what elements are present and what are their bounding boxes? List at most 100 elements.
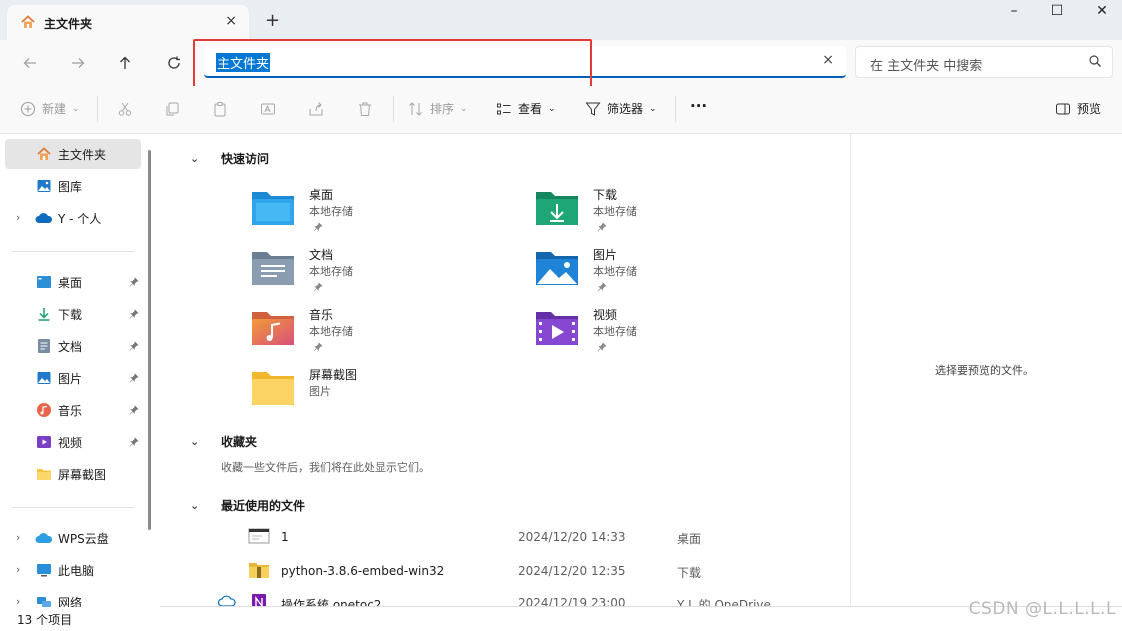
new-tab-button[interactable]: +	[265, 10, 280, 31]
sidebar-item-screenshots[interactable]: 屏幕截图	[5, 459, 141, 489]
search-placeholder[interactable]: 在 主文件夹 中搜索	[870, 55, 982, 74]
toolbar-divider	[97, 96, 98, 122]
onenote-file-icon	[248, 593, 270, 607]
more-options-button[interactable]: ···	[690, 97, 707, 115]
recent-header[interactable]: ⌄ 最近使用的文件	[190, 497, 305, 514]
sidebar-item-videos[interactable]: 视频	[5, 427, 141, 457]
refresh-icon	[168, 56, 180, 69]
gallery-icon	[35, 177, 53, 195]
chevron-right-icon[interactable]: ›	[16, 563, 20, 576]
section-title: 最近使用的文件	[221, 499, 306, 513]
cloud-icon	[35, 529, 53, 547]
recent-file-name: 1	[281, 530, 289, 544]
sidebar-item-label: 图片	[58, 371, 83, 386]
tile-name: 图片	[593, 248, 618, 262]
address-text[interactable]: 主文件夹	[216, 53, 271, 72]
sidebar-item-label: 视频	[58, 435, 83, 450]
up-button[interactable]	[113, 51, 137, 75]
home-icon	[20, 14, 36, 33]
rename-icon[interactable]	[260, 101, 276, 120]
plus-circle-icon	[20, 101, 36, 116]
back-arrow-icon	[23, 58, 36, 68]
new-label: 新建	[42, 102, 67, 116]
chevron-right-icon[interactable]: ›	[16, 531, 20, 544]
sidebar-item-desktop[interactable]: 桌面	[5, 267, 141, 297]
cut-icon[interactable]	[117, 101, 133, 120]
quick-access-header[interactable]: ⌄ 快速访问	[190, 150, 269, 167]
pin-icon[interactable]	[129, 372, 139, 386]
close-window-button[interactable]: ✕	[1082, 3, 1122, 23]
share-icon[interactable]	[308, 101, 324, 120]
sidebar-item-label: 图库	[58, 179, 83, 194]
tab-close-icon[interactable]: ×	[225, 13, 237, 29]
tile-name: 下载	[593, 188, 618, 202]
recent-file-row[interactable]: 操作系统.onetoc2 2024/12/19 23:00 Y L 的 OneD…	[217, 589, 840, 607]
sidebar-item-onedrive[interactable]: › Y - 个人	[5, 203, 141, 233]
sidebar-item-documents[interactable]: 文档	[5, 331, 141, 361]
copy-icon[interactable]	[164, 101, 180, 120]
view-label: 查看	[518, 102, 543, 116]
address-clear-icon[interactable]: ×	[822, 52, 834, 68]
search-box[interactable]: 在 主文件夹 中搜索	[855, 46, 1113, 78]
sidebar-scrollbar[interactable]	[148, 150, 151, 530]
delete-icon[interactable]	[357, 101, 373, 120]
preview-pane: 选择要预览的文件。	[850, 134, 1122, 607]
paste-icon[interactable]	[212, 101, 228, 120]
quick-access-item-pictures[interactable]: 图片 本地存储	[535, 246, 795, 302]
recent-file-date: 2024/12/20 14:33	[518, 530, 626, 544]
quick-access-item-downloads[interactable]: 下载 本地存储	[535, 186, 795, 242]
sidebar-item-music[interactable]: 音乐	[5, 395, 141, 425]
music-folder-icon	[251, 310, 295, 349]
section-title: 收藏夹	[221, 435, 258, 449]
quick-access-item-documents[interactable]: 文档 本地存储	[251, 246, 511, 302]
chevron-right-icon[interactable]: ›	[16, 211, 20, 224]
maximize-button[interactable]: ☐	[1037, 3, 1077, 23]
tile-name: 桌面	[309, 188, 334, 202]
pin-icon[interactable]	[129, 404, 139, 418]
forward-button[interactable]	[66, 51, 90, 75]
recent-file-row[interactable]: python-3.8.6-embed-win32 2024/12/20 12:3…	[220, 557, 840, 587]
search-icon[interactable]	[1088, 54, 1102, 71]
chevron-down-icon[interactable]: ⌄	[190, 152, 199, 165]
quick-access-item-videos[interactable]: 视频 本地存储	[535, 306, 795, 362]
pin-icon[interactable]	[129, 276, 139, 290]
onedrive-icon	[35, 209, 53, 227]
sidebar-item-pictures[interactable]: 图片	[5, 363, 141, 393]
toolbar-divider	[675, 96, 676, 122]
home-icon	[35, 145, 53, 163]
new-button[interactable]: 新建 ⌄	[20, 100, 80, 117]
pin-icon	[313, 221, 323, 235]
refresh-button[interactable]	[162, 51, 186, 75]
chevron-down-icon[interactable]: ⌄	[190, 499, 199, 512]
preview-pane-button[interactable]: 预览	[1055, 100, 1101, 117]
pin-icon[interactable]	[129, 436, 139, 450]
address-bar[interactable]: 主文件夹 ×	[204, 46, 846, 78]
sort-button[interactable]: 排序 ⌄	[408, 100, 468, 117]
chevron-down-icon[interactable]: ⌄	[190, 435, 199, 448]
recent-file-row[interactable]: 1 2024/12/20 14:33 桌面	[220, 523, 840, 553]
minimize-button[interactable]: –	[994, 3, 1034, 23]
view-button[interactable]: 查看 ⌄	[496, 100, 556, 117]
back-button[interactable]	[18, 51, 42, 75]
filter-icon	[585, 102, 601, 116]
sidebar-divider	[12, 507, 134, 508]
filter-button[interactable]: 筛选器 ⌄	[585, 100, 657, 117]
pictures-icon	[35, 369, 53, 387]
pin-icon[interactable]	[129, 308, 139, 322]
quick-access-item-music[interactable]: 音乐 本地存储	[251, 306, 511, 362]
favorites-header[interactable]: ⌄ 收藏夹	[190, 433, 257, 450]
tile-subtitle: 本地存储	[593, 265, 637, 278]
pin-icon	[597, 281, 607, 295]
sidebar-item-label: 此电脑	[58, 563, 95, 578]
documents-icon	[35, 337, 53, 355]
tab-home[interactable]: 主文件夹 ×	[7, 5, 249, 41]
sidebar-item-home[interactable]: 主文件夹	[5, 139, 141, 169]
quick-access-item-screenshots[interactable]: 屏幕截图 图片	[251, 366, 511, 422]
sidebar-item-this-pc[interactable]: › 此电脑	[5, 555, 141, 585]
sidebar-item-wps[interactable]: › WPS云盘	[5, 523, 141, 553]
sidebar-item-downloads[interactable]: 下载	[5, 299, 141, 329]
recent-file-name: python-3.8.6-embed-win32	[281, 564, 445, 578]
quick-access-item-desktop[interactable]: 桌面 本地存储	[251, 186, 511, 242]
sidebar-item-gallery[interactable]: 图库	[5, 171, 141, 201]
pin-icon[interactable]	[129, 340, 139, 354]
